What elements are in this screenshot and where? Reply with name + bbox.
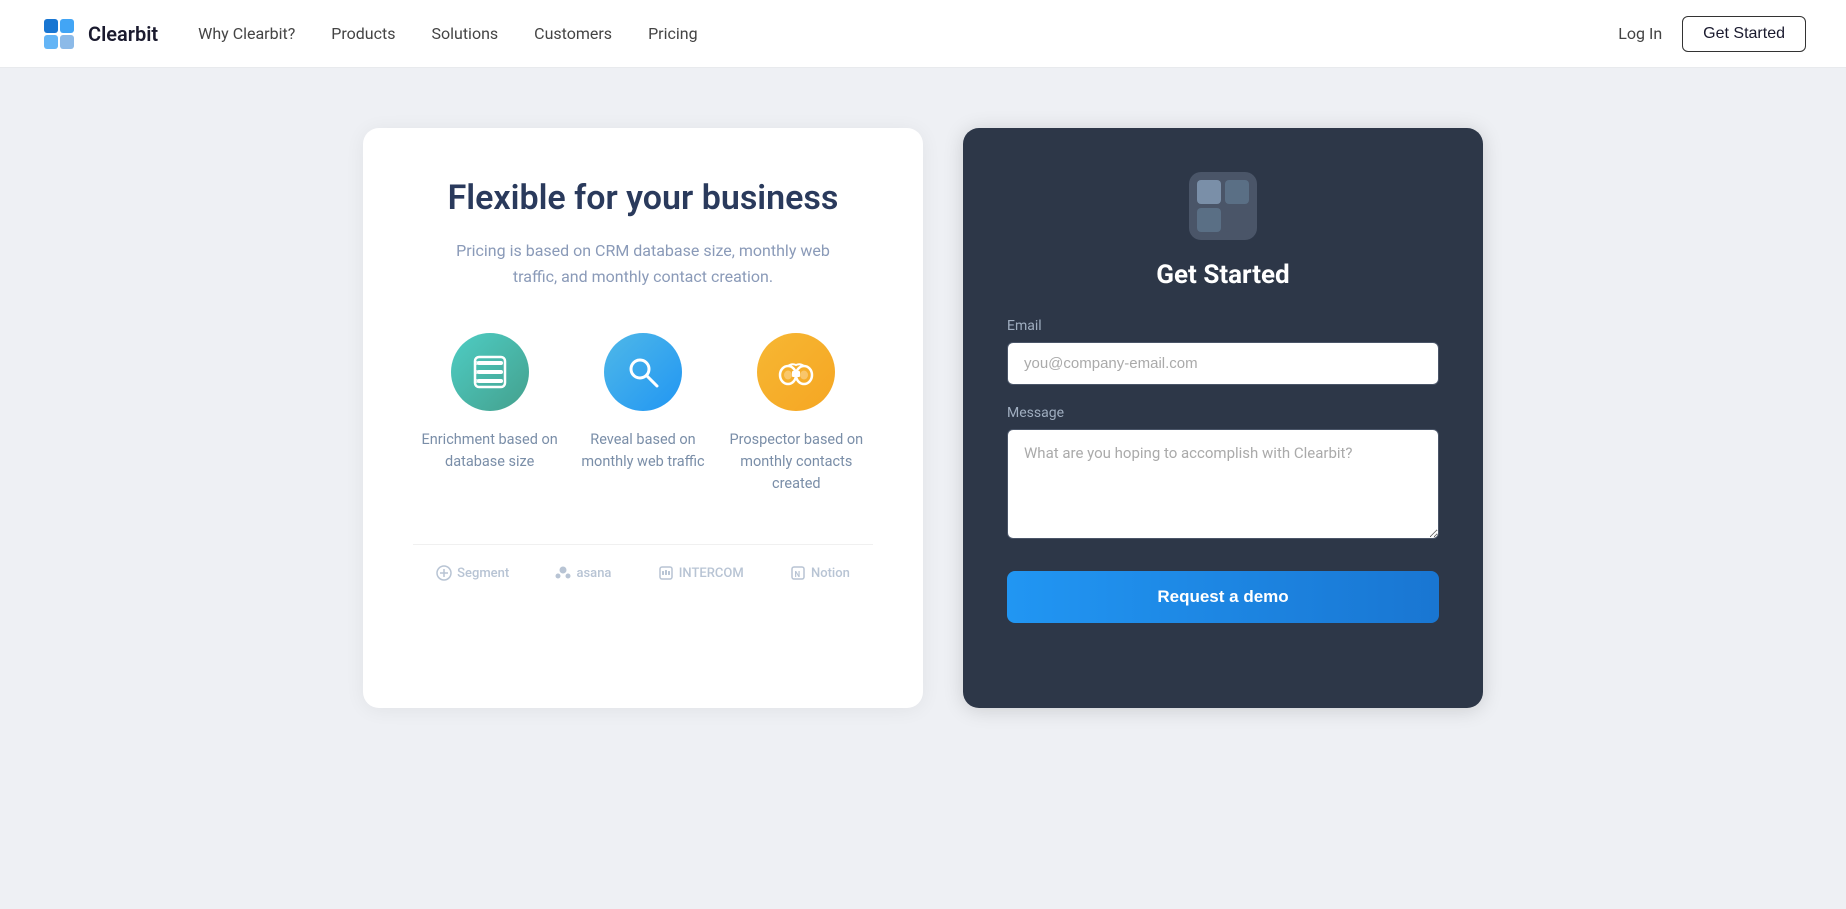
- asana-icon: [555, 565, 571, 581]
- left-card: Flexible for your business Pricing is ba…: [363, 128, 923, 708]
- email-group: Email: [1007, 318, 1439, 385]
- reveal-label: Reveal based on monthly web traffic: [573, 429, 713, 473]
- logo[interactable]: Clearbit: [40, 15, 158, 53]
- binoculars-icon: [776, 353, 816, 391]
- nav-why-clearbit[interactable]: Why Clearbit?: [198, 24, 295, 43]
- clearbit-logo-icon: [40, 15, 78, 53]
- get-started-button[interactable]: Get Started: [1682, 16, 1806, 52]
- segment-icon: [436, 565, 452, 581]
- prospector-label: Prospector based on monthly contacts cre…: [726, 429, 866, 494]
- partner-logos: Segment asana INTERCOM: [413, 544, 873, 581]
- message-group: Message: [1007, 405, 1439, 543]
- features-row: Enrichment based on database size Reveal…: [413, 333, 873, 494]
- nav-pricing[interactable]: Pricing: [648, 24, 698, 43]
- form-logo-icon: [1189, 172, 1257, 240]
- asana-label: asana: [576, 566, 611, 581]
- segment-label: Segment: [457, 566, 509, 581]
- nav-customers[interactable]: Customers: [534, 24, 612, 43]
- nav-products[interactable]: Products: [331, 24, 395, 43]
- partner-notion: N Notion: [790, 565, 850, 581]
- intercom-label: INTERCOM: [679, 566, 744, 581]
- nav-links: Why Clearbit? Products Solutions Custome…: [198, 24, 1618, 43]
- list-icon: [471, 353, 509, 391]
- enrichment-icon-circle: [451, 333, 529, 411]
- partner-intercom: INTERCOM: [658, 565, 744, 581]
- nav-solutions[interactable]: Solutions: [431, 24, 498, 43]
- left-card-title: Flexible for your business: [413, 178, 873, 218]
- nav-actions: Log In Get Started: [1618, 16, 1806, 52]
- login-link[interactable]: Log In: [1618, 24, 1662, 43]
- feature-enrichment: Enrichment based on database size: [420, 333, 560, 473]
- feature-prospector: Prospector based on monthly contacts cre…: [726, 333, 866, 494]
- search-icon: [624, 353, 662, 391]
- enrichment-label: Enrichment based on database size: [420, 429, 560, 473]
- svg-text:N: N: [794, 570, 800, 579]
- request-demo-button[interactable]: Request a demo: [1007, 571, 1439, 623]
- left-card-subtitle: Pricing is based on CRM database size, m…: [453, 238, 833, 289]
- email-label: Email: [1007, 318, 1439, 334]
- right-card: Get Started Email Message Request a demo: [963, 128, 1483, 708]
- message-textarea[interactable]: [1007, 429, 1439, 539]
- partner-segment: Segment: [436, 565, 509, 581]
- form-title: Get Started: [1156, 260, 1289, 290]
- reveal-icon-circle: [604, 333, 682, 411]
- message-label: Message: [1007, 405, 1439, 421]
- logo-text: Clearbit: [88, 22, 158, 46]
- feature-reveal: Reveal based on monthly web traffic: [573, 333, 713, 473]
- notion-icon: N: [790, 565, 806, 581]
- main-content: Flexible for your business Pricing is ba…: [0, 68, 1846, 909]
- prospector-icon-circle: [757, 333, 835, 411]
- partner-asana: asana: [555, 565, 611, 581]
- navbar: Clearbit Why Clearbit? Products Solution…: [0, 0, 1846, 68]
- email-input[interactable]: [1007, 342, 1439, 385]
- intercom-icon: [658, 565, 674, 581]
- notion-label: Notion: [811, 566, 850, 581]
